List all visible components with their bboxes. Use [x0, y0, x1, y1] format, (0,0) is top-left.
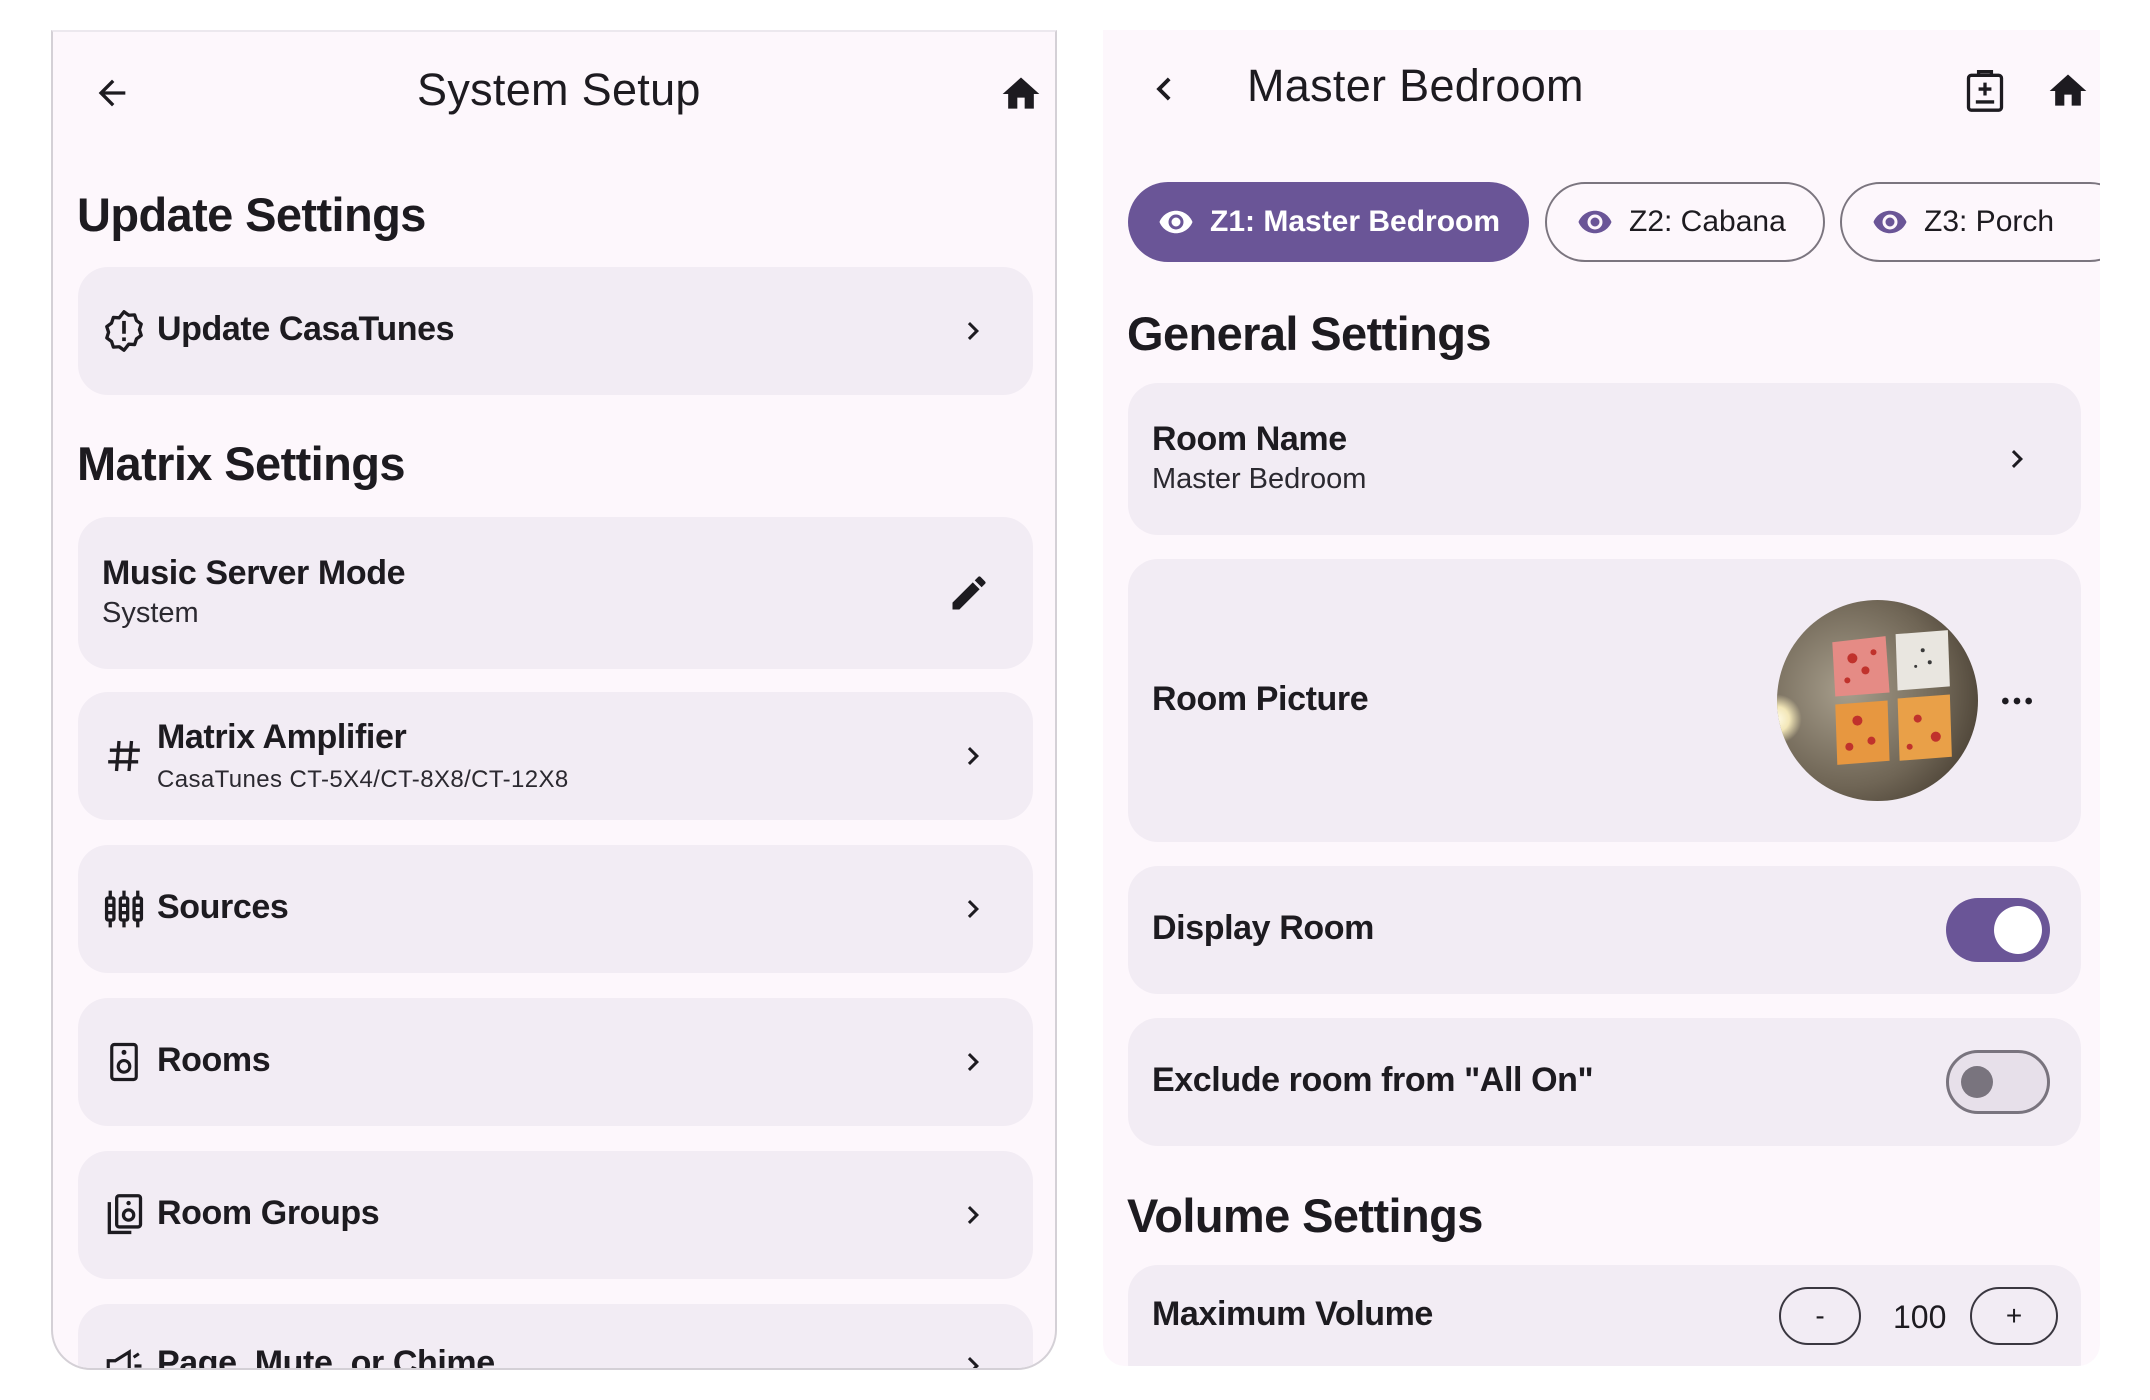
app-bar: System Setup: [53, 32, 1055, 152]
section-title-volume: Volume Settings: [1127, 1189, 1483, 1242]
page-mute-chime-item[interactable]: Page, Mute, or Chime: [78, 1304, 1033, 1370]
eye-icon: [1158, 203, 1196, 241]
eye-icon: [1872, 203, 1910, 241]
more-horiz-icon[interactable]: [1992, 676, 2042, 726]
zone-chip-1[interactable]: Z1: Master Bedroom: [1128, 182, 1529, 262]
item-title: Room Picture: [1152, 680, 1369, 718]
app-bar: Master Bedroom: [1103, 30, 2100, 150]
display-room-item: Display Room: [1128, 866, 2081, 994]
volume-increase-button[interactable]: +: [1970, 1287, 2058, 1345]
display-room-toggle[interactable]: [1946, 898, 2050, 962]
item-title: Page, Mute, or Chime: [157, 1344, 495, 1370]
toggle-thumb: [1994, 906, 2042, 954]
item-title: Update CasaTunes: [157, 310, 455, 348]
item-subtitle: CasaTunes CT-5X4/CT-8X8/CT-12X8: [157, 766, 569, 793]
zone-chip-3[interactable]: Z3: Porch: [1840, 182, 2100, 262]
chevron-right-icon: [948, 884, 998, 934]
speaker-icon: [102, 1040, 146, 1084]
item-title: Maximum Volume: [1152, 1295, 1433, 1333]
speaker-group-icon: [102, 1193, 146, 1237]
update-badge-icon: [102, 309, 146, 353]
edit-pencil-icon[interactable]: [944, 568, 994, 618]
toggle-thumb: [1961, 1066, 1993, 1098]
matrix-amplifier-item[interactable]: Matrix Amplifier CasaTunes CT-5X4/CT-8X8…: [78, 692, 1033, 820]
section-title-matrix: Matrix Settings: [77, 437, 406, 490]
home-icon[interactable]: [2043, 66, 2093, 116]
exclude-all-on-toggle[interactable]: [1946, 1050, 2050, 1114]
chevron-right-icon: [948, 1037, 998, 1087]
item-title: Display Room: [1152, 909, 1374, 947]
page-title: Master Bedroom: [1247, 60, 1584, 111]
chip-label: Z2: Cabana: [1629, 205, 1786, 238]
chevron-right-icon: [948, 306, 998, 356]
item-title: Room Groups: [157, 1194, 380, 1232]
maximum-volume-item: Maximum Volume - 100 +: [1128, 1265, 2081, 1366]
zone-chip-2[interactable]: Z2: Cabana: [1545, 182, 1825, 262]
clipboard-add-icon[interactable]: [1960, 64, 2010, 116]
item-title: Room Name: [1152, 420, 1347, 458]
item-subtitle: System: [102, 597, 199, 629]
chevron-right-icon: [948, 1190, 998, 1240]
item-subtitle: Master Bedroom: [1152, 463, 1367, 495]
room-picture-item[interactable]: Room Picture: [1128, 559, 2081, 842]
arrow-back-icon[interactable]: [87, 68, 137, 118]
hash-icon: [102, 734, 146, 778]
room-picture-thumbnail[interactable]: [1777, 600, 1978, 801]
chevron-right-icon: [1992, 434, 2042, 484]
item-title: Sources: [157, 888, 289, 926]
room-groups-item[interactable]: Room Groups: [78, 1151, 1033, 1279]
volume-decrease-button[interactable]: -: [1779, 1287, 1861, 1345]
home-icon[interactable]: [996, 69, 1046, 119]
chevron-right-icon: [948, 731, 998, 781]
page-title: System Setup: [417, 64, 701, 115]
item-title: Music Server Mode: [102, 554, 406, 592]
chevron-left-icon[interactable]: [1139, 63, 1189, 115]
chip-label: Z3: Porch: [1924, 205, 2055, 238]
input-jacks-icon: [102, 887, 146, 931]
megaphone-icon: [102, 1344, 146, 1368]
item-title: Exclude room from "All On": [1152, 1061, 1594, 1099]
music-server-mode-item[interactable]: Music Server Mode System: [78, 517, 1033, 669]
volume-value: 100: [1893, 1299, 1947, 1335]
sources-item[interactable]: Sources: [78, 845, 1033, 973]
item-title: Rooms: [157, 1041, 271, 1079]
update-casatunes-item[interactable]: Update CasaTunes: [78, 267, 1033, 395]
section-title-general: General Settings: [1127, 307, 1492, 360]
rooms-item[interactable]: Rooms: [78, 998, 1033, 1126]
room-settings-screen: Master Bedroom Z1: Master Bedroom Z2: Ca…: [1103, 30, 2100, 1366]
chip-label: Z1: Master Bedroom: [1210, 205, 1501, 238]
section-title-update: Update Settings: [77, 188, 426, 241]
exclude-all-on-item: Exclude room from "All On": [1128, 1018, 2081, 1146]
system-setup-screen: System Setup Update Settings Update Casa…: [51, 30, 1057, 1370]
eye-icon: [1577, 203, 1615, 241]
item-title: Matrix Amplifier: [157, 718, 407, 756]
room-name-item[interactable]: Room Name Master Bedroom: [1128, 383, 2081, 535]
chevron-right-icon: [948, 1341, 998, 1368]
